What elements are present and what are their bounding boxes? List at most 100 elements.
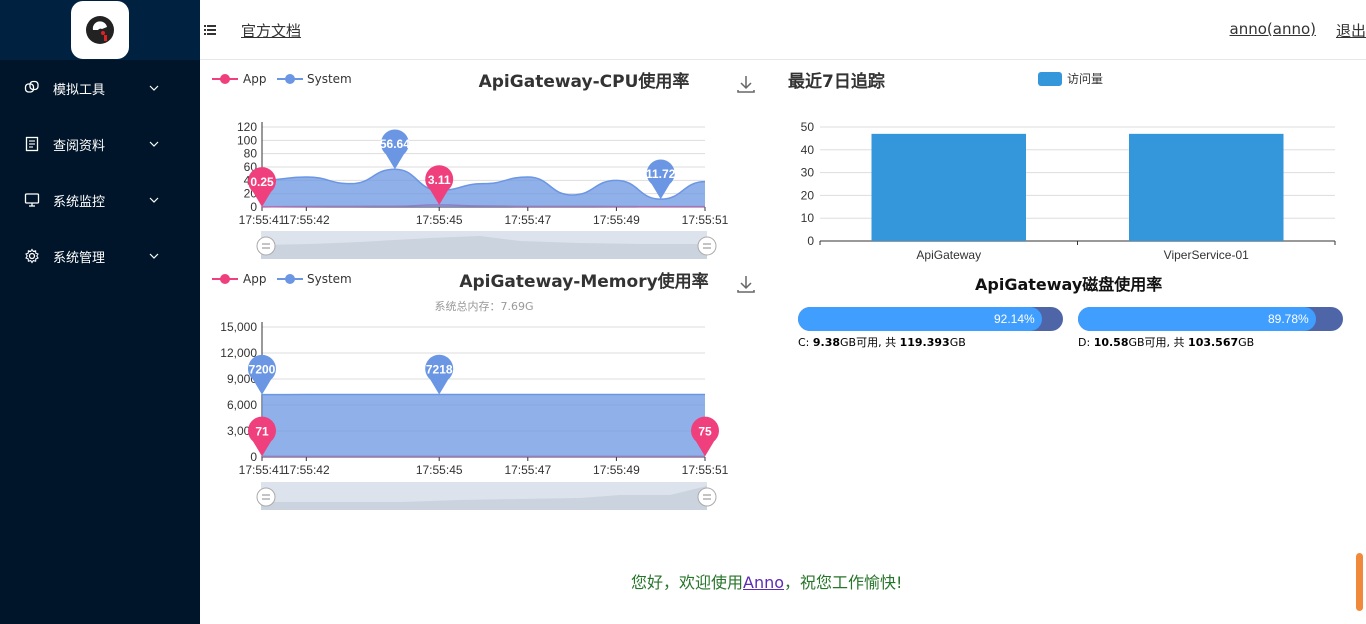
top-header: 官方文档 anno(anno) 退出 xyxy=(200,0,1366,60)
y-tick-label: 100 xyxy=(237,133,257,147)
legend-visits[interactable]: 访问量 xyxy=(1038,72,1103,86)
y-tick-label: 0 xyxy=(250,450,257,464)
legend-app[interactable]: App xyxy=(212,72,266,86)
legend-system[interactable]: System xyxy=(277,72,352,86)
chevron-down-icon xyxy=(149,85,159,91)
y-tick-label: 0 xyxy=(807,234,814,248)
y-tick-label: 50 xyxy=(801,120,815,134)
legend-system[interactable]: System xyxy=(277,272,352,286)
legend-system-label: System xyxy=(307,72,352,86)
marker-label: 56.64 xyxy=(380,137,410,151)
trace-7day-chart: 最近7日追踪 访问量 0 10 20 30 40 50 ApiGateway ViperSer… xyxy=(788,71,1336,262)
sidebar-item-label: 系统监控 xyxy=(53,195,106,210)
menu-toggle-icon[interactable] xyxy=(204,24,216,36)
slider-handle-left[interactable] xyxy=(256,487,276,507)
app-logo[interactable] xyxy=(71,1,129,59)
x-tick-label: 17:55:49 xyxy=(593,463,640,477)
disk-c-total-unit: GB xyxy=(949,336,966,349)
logo-icon xyxy=(86,16,114,44)
sidebar-item-label: 模拟工具 xyxy=(53,83,106,98)
x-tick-label: 17:55:47 xyxy=(504,213,551,227)
logo-area xyxy=(0,0,200,60)
series-area-system xyxy=(262,169,705,207)
x-tick-label: 17:55:51 xyxy=(682,463,729,477)
disk-d-total-unit: GB xyxy=(1238,336,1255,349)
monitor-icon xyxy=(24,193,40,207)
official-docs-link[interactable]: 官方文档 xyxy=(241,20,301,41)
x-tick-label: 17:55:49 xyxy=(593,213,640,227)
chevron-down-icon xyxy=(149,253,159,259)
logout-link[interactable]: 退出 xyxy=(1336,20,1366,41)
x-tick-label: 17:55:42 xyxy=(283,463,330,477)
disk-d-info: D: 10.58GB可用, 共 103.567GB xyxy=(1078,334,1343,350)
marker-label: 7218 xyxy=(426,362,453,376)
sidebar-item-simulation-tools[interactable]: 模拟工具 xyxy=(0,68,200,108)
user-name-link[interactable]: anno(anno) xyxy=(1230,20,1316,38)
y-tick-label: 15,000 xyxy=(220,320,257,334)
disk-d: 89.78% D: 10.58GB可用, 共 103.567GB xyxy=(1078,307,1343,350)
disk-c: 92.14% C: 9.38GB可用, 共 119.393GB xyxy=(798,307,1063,350)
cpu-usage-chart: App System ApiGateway-CPU使用率 02040608010… xyxy=(212,71,755,259)
y-tick-label: 80 xyxy=(244,147,258,161)
download-icon[interactable] xyxy=(737,76,755,93)
marker-label: 3.11 xyxy=(428,173,451,187)
slider-handle-left[interactable] xyxy=(256,236,276,256)
disk-c-free-unit: GB可用, 共 xyxy=(840,336,900,349)
marker-system: 7218 xyxy=(425,354,454,395)
disk-d-free: 10.58 xyxy=(1093,336,1129,349)
disk-d-progress: 89.78% xyxy=(1078,307,1343,331)
anno-link[interactable]: Anno xyxy=(743,573,784,592)
cpu-zoom-slider[interactable] xyxy=(256,231,717,259)
disk-d-free-unit: GB可用, 共 xyxy=(1128,336,1189,349)
bar xyxy=(1129,133,1284,241)
marker-label: 0.25 xyxy=(250,175,274,189)
trace-chart-title: 最近7日追踪 xyxy=(788,71,885,92)
series-area-system xyxy=(262,394,705,457)
y-tick-label: 30 xyxy=(801,166,815,180)
chevron-down-icon xyxy=(149,141,159,147)
x-tick-label: 17:55:42 xyxy=(283,213,330,227)
disk-c-free: 9.38 xyxy=(812,336,841,349)
marker-label: 11.72 xyxy=(646,167,676,181)
x-tick-label: 17:55:51 xyxy=(682,213,729,227)
download-icon[interactable] xyxy=(737,276,755,293)
disk-d-drive: D: xyxy=(1078,336,1094,349)
legend-app-label: App xyxy=(243,272,266,286)
x-tick-label: 17:55:45 xyxy=(416,213,463,227)
settings-icon xyxy=(25,248,39,264)
marker-system: 56.64 xyxy=(380,129,410,170)
marker-label: 71 xyxy=(255,424,269,438)
legend-visits-label: 访问量 xyxy=(1067,72,1103,86)
sidebar-item-system-monitor[interactable]: 系统监控 xyxy=(0,180,200,220)
sidebar-item-label: 查阅资料 xyxy=(53,139,106,154)
page-scrollbar[interactable] xyxy=(1356,553,1363,611)
cpu-chart-title: ApiGateway-CPU使用率 xyxy=(479,71,690,92)
y-tick-label: 10 xyxy=(801,211,815,225)
sidebar-item-reference[interactable]: 查阅资料 xyxy=(0,124,200,164)
memory-zoom-slider[interactable] xyxy=(256,482,717,510)
y-tick-label: 0 xyxy=(250,200,257,214)
sidebar: 模拟工具 查阅资料 系统监控 系统管理 xyxy=(0,0,200,624)
disk-d-percent: 89.78% xyxy=(1268,312,1309,326)
y-tick-label: 12,000 xyxy=(220,346,257,360)
sidebar-item-label: 系统管理 xyxy=(53,251,106,266)
legend-system-label: System xyxy=(307,272,352,286)
marker-label: 75 xyxy=(698,424,712,438)
bar xyxy=(871,133,1026,241)
disk-c-progress: 92.14% xyxy=(798,307,1063,331)
x-tick-label: 17:55:45 xyxy=(416,463,463,477)
slider-handle-right[interactable] xyxy=(697,236,717,256)
slider-handle-right[interactable] xyxy=(697,487,717,507)
x-tick-label: 17:55:47 xyxy=(504,463,551,477)
sidebar-item-system-management[interactable]: 系统管理 xyxy=(0,236,200,276)
y-tick-label: 20 xyxy=(801,188,815,202)
x-tick-label: 17:55:41 xyxy=(239,463,286,477)
document-icon xyxy=(25,136,39,152)
x-tick-label: ViperService-01 xyxy=(1164,248,1249,262)
welcome-suffix: ，祝您工作愉快! xyxy=(784,573,903,592)
disk-title: ApiGateway磁盘使用率 xyxy=(975,275,1163,294)
disk-d-total: 103.567 xyxy=(1188,336,1239,349)
marker-label: 7200 xyxy=(249,363,276,377)
legend-app[interactable]: App xyxy=(212,272,266,286)
tools-icon xyxy=(24,80,39,93)
